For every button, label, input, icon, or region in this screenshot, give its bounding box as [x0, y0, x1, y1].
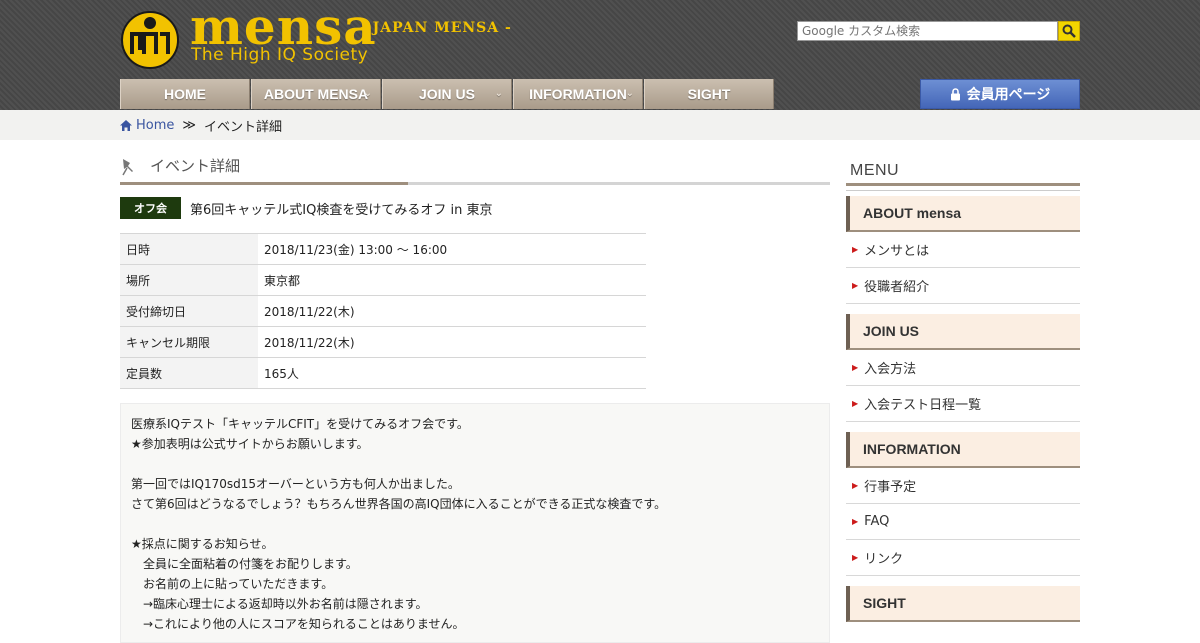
nav-about-label: ABOUT MENSA	[263, 86, 369, 102]
members-page-button[interactable]: 会員用ページ	[920, 79, 1080, 109]
sidebar-section-title[interactable]: ABOUT mensa	[846, 196, 1080, 232]
table-row: 定員数 165人	[120, 357, 646, 389]
main-content: イベント詳細 オフ会 第6回キャッテル式IQ検査を受けてみるオフ in 東京 日…	[120, 150, 830, 643]
page-title: イベント詳細	[150, 157, 241, 175]
description-line: 全員に全面粘着の付箋をお配りします。	[131, 557, 358, 571]
site-search	[797, 21, 1080, 41]
site-header: mensa The High IQ Society - JAPAN MENSA …	[0, 0, 1200, 110]
triangle-right-icon: ▶	[852, 281, 859, 290]
sidebar-section-title[interactable]: SIGHT	[846, 586, 1080, 622]
sidebar-item-how-to-join[interactable]: ▶ 入会方法	[846, 350, 1080, 386]
event-info-table: 日時 2018/11/23(金) 13:00 ～ 16:00 場所 東京都 受付締切…	[120, 233, 646, 389]
search-icon	[1062, 24, 1076, 38]
sidebar-section-information: INFORMATION ▶ 行事予定 ▶ FAQ ▶ リンク	[846, 432, 1080, 576]
sidebar-header: MENU	[846, 150, 1080, 191]
brand-tagline: The High IQ Society	[191, 45, 369, 65]
description-line	[131, 514, 819, 534]
info-value: 2018/11/22(木)	[258, 295, 646, 327]
info-label: キャンセル期限	[120, 326, 258, 358]
sidebar: MENU ABOUT mensa ▶ メンサとは ▶ 役職者紹介 JOIN US ▶…	[846, 150, 1080, 622]
chevron-down-icon: ⌄	[363, 88, 372, 99]
breadcrumb-current: イベント詳細	[204, 119, 283, 135]
sidebar-heading-box: MENU	[846, 150, 1080, 186]
description-line: ★参加表明は公式サイトからお願いします。	[131, 437, 369, 451]
table-row: キャンセル期限 2018/11/22(木)	[120, 326, 646, 358]
info-label: 場所	[120, 264, 258, 296]
sidebar-item-events[interactable]: ▶ 行事予定	[846, 468, 1080, 504]
triangle-right-icon: ▶	[852, 245, 859, 254]
event-description: 医療系IQテスト「キャッテルCFIT」を受けてみるオフ会です。 ★参加表明は公式…	[120, 403, 830, 643]
description-line: お名前の上に貼っていただきます。	[131, 577, 334, 591]
triangle-right-icon: ▶	[852, 399, 859, 408]
lock-icon	[950, 87, 960, 100]
nav-home[interactable]: HOME	[120, 79, 250, 109]
sidebar-section-title[interactable]: JOIN US	[846, 314, 1080, 350]
sidebar-item-label: 役職者紹介	[864, 280, 930, 295]
nav-sight[interactable]: SIGHT	[644, 79, 774, 109]
nav-information[interactable]: INFORMATION ⌄	[513, 79, 643, 109]
triangle-right-icon: ▶	[852, 553, 859, 562]
breadcrumb-home-label: Home	[136, 117, 175, 133]
triangle-right-icon: ▶	[852, 363, 859, 372]
triangle-right-icon: ▶	[852, 517, 859, 526]
main-nav: HOME ABOUT MENSA ⌄ JOIN US ⌄ INFORMATION ⌄ …	[120, 79, 775, 109]
sidebar-item-officers[interactable]: ▶ 役職者紹介	[846, 268, 1080, 304]
event-category-badge: オフ会	[120, 197, 181, 219]
sidebar-section-sight: SIGHT	[846, 586, 1080, 622]
event-header: オフ会 第6回キャッテル式IQ検査を受けてみるオフ in 東京	[120, 197, 830, 219]
nav-join-label: JOIN US	[418, 86, 475, 102]
pin-icon	[122, 159, 133, 176]
description-line: ★採点に関するお知らせ。	[131, 537, 274, 551]
members-page-label: 会員用ページ	[966, 86, 1051, 102]
sidebar-section-about: ABOUT mensa ▶ メンサとは ▶ 役職者紹介	[846, 196, 1080, 304]
sidebar-item-test-schedule[interactable]: ▶ 入会テスト日程一覧	[846, 386, 1080, 422]
nav-join-us[interactable]: JOIN US ⌄	[382, 79, 512, 109]
nav-information-label: INFORMATION	[529, 86, 627, 102]
description-line: さて第6回はどうなるでしょう？もちろん世界各国の高IQ団体に入ることができる正式…	[131, 497, 667, 511]
nav-sight-label: SIGHT	[687, 86, 731, 102]
info-value: 東京都	[258, 264, 646, 296]
breadcrumb-separator: ≫	[182, 117, 196, 133]
description-line: →これにより他の人にスコアを知られることはありません。	[131, 617, 465, 631]
nav-home-label: HOME	[164, 86, 206, 102]
page-header: イベント詳細	[120, 150, 830, 185]
brand-subtitle: - JAPAN MENSA -	[360, 20, 512, 36]
chevron-down-icon: ⌄	[494, 88, 503, 99]
chevron-down-icon: ⌄	[625, 88, 634, 99]
home-icon	[120, 119, 132, 131]
table-row: 場所 東京都	[120, 264, 646, 296]
info-value: 2018/11/22(木)	[258, 326, 646, 358]
nav-about-mensa[interactable]: ABOUT MENSA ⌄	[251, 79, 381, 109]
sidebar-item-links[interactable]: ▶ リンク	[846, 540, 1080, 576]
sidebar-item-label: リンク	[864, 552, 904, 567]
sidebar-section-title[interactable]: INFORMATION	[846, 432, 1080, 468]
info-value: 2018/11/23(金) 13:00 ～ 16:00	[258, 233, 646, 265]
sidebar-item-label: 入会方法	[864, 362, 917, 377]
description-line: 第一回ではIQ170sd15オーバーという方も何人か出ました。	[131, 477, 460, 491]
sidebar-heading: MENU	[850, 162, 900, 179]
search-button[interactable]	[1058, 21, 1080, 41]
info-value: 165人	[258, 357, 646, 389]
description-line	[131, 454, 819, 474]
description-line: 医療系IQテスト「キャッテルCFIT」を受けてみるオフ会です。	[131, 417, 469, 431]
search-input[interactable]	[797, 21, 1058, 41]
info-label: 受付締切日	[120, 295, 258, 327]
event-title: 第6回キャッテル式IQ検査を受けてみるオフ in 東京	[190, 202, 493, 218]
breadcrumb-home[interactable]: Home	[120, 118, 174, 133]
breadcrumb: Home ≫ イベント詳細	[0, 110, 1200, 140]
table-row: 日時 2018/11/23(金) 13:00 ～ 16:00	[120, 233, 646, 265]
sidebar-item-label: メンサとは	[864, 244, 930, 259]
table-row: 受付締切日 2018/11/22(木)	[120, 295, 646, 327]
description-line: →臨床心理士による返却時以外お名前は隠されます。	[131, 597, 428, 611]
info-label: 定員数	[120, 357, 258, 389]
mensa-logo-icon[interactable]	[120, 10, 180, 70]
sidebar-item-label: FAQ	[864, 514, 890, 529]
sidebar-item-label: 行事予定	[864, 480, 917, 495]
sidebar-section-join: JOIN US ▶ 入会方法 ▶ 入会テスト日程一覧	[846, 314, 1080, 422]
sidebar-item-about-mensa[interactable]: ▶ メンサとは	[846, 232, 1080, 268]
info-label: 日時	[120, 233, 258, 265]
sidebar-item-faq[interactable]: ▶ FAQ	[846, 504, 1080, 540]
sidebar-item-label: 入会テスト日程一覧	[864, 398, 982, 413]
triangle-right-icon: ▶	[852, 481, 859, 490]
